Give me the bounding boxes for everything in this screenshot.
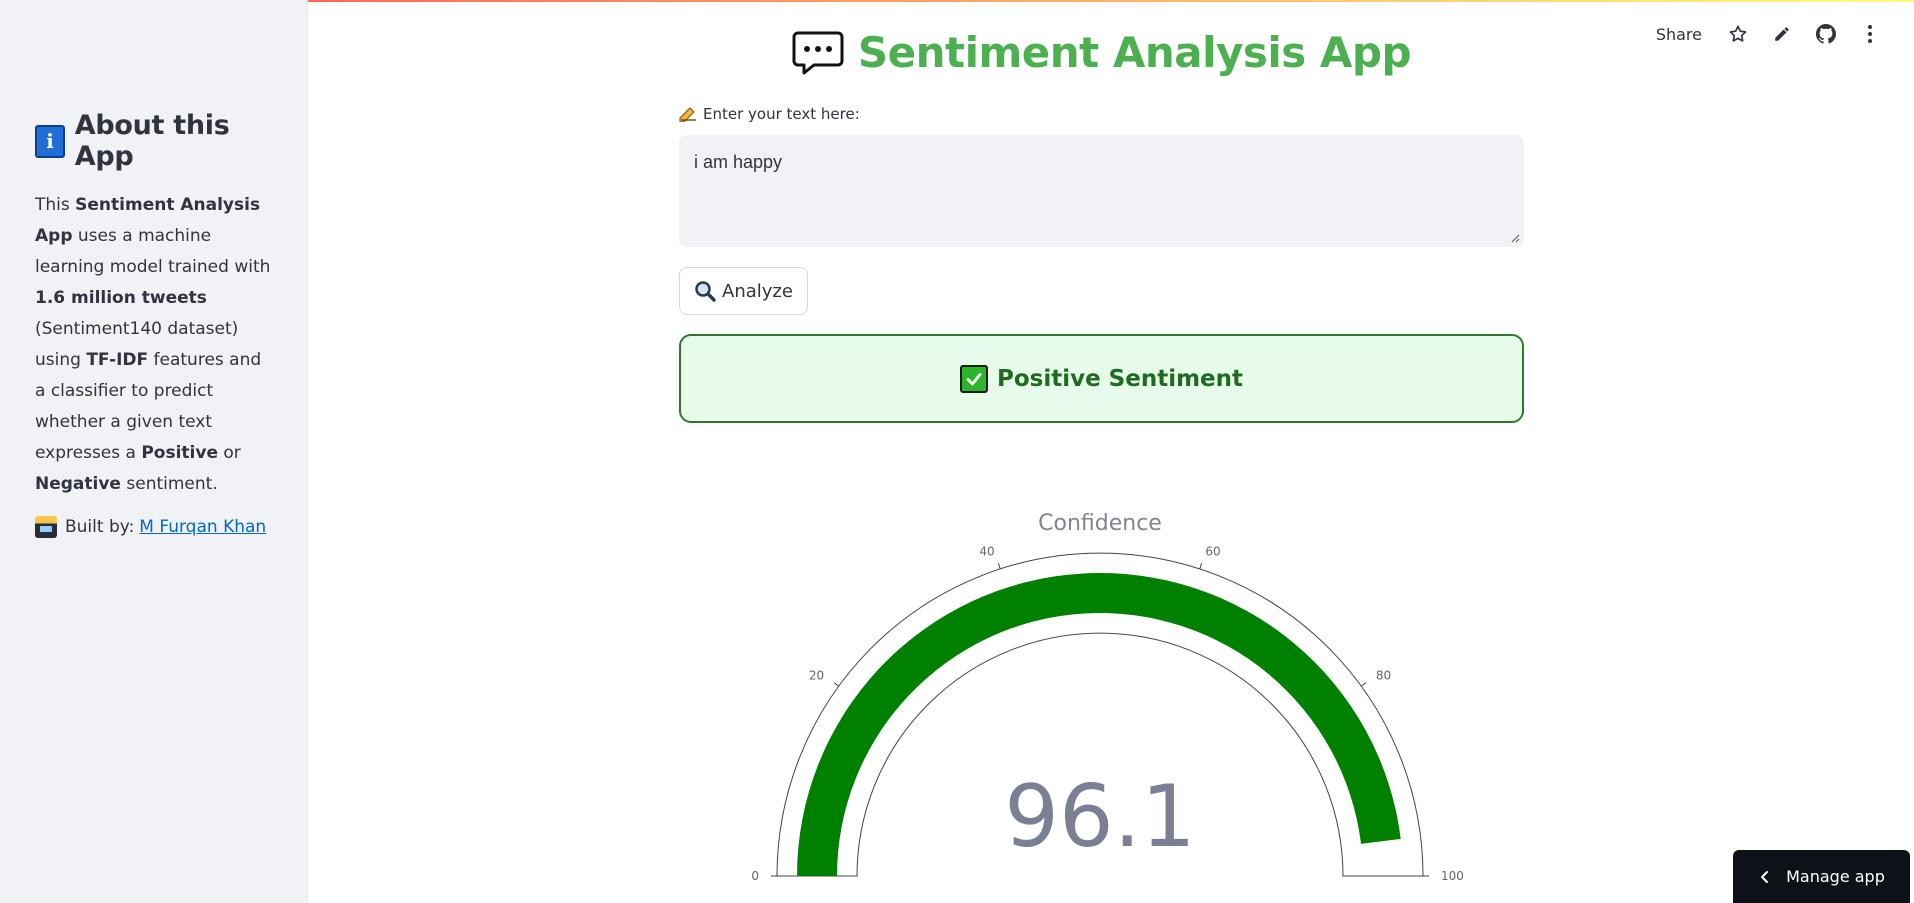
kebab-menu-icon[interactable] (1858, 22, 1882, 46)
pencil-icon[interactable] (1770, 22, 1794, 46)
speech-bubble-icon (792, 31, 844, 74)
gauge-value: 96.1 (1004, 767, 1195, 867)
desc-text: or (218, 443, 241, 463)
gauge-tick-label: 0 (751, 869, 759, 883)
analyze-button-label: Analyze (722, 280, 793, 302)
text-input-value: i am happy (694, 152, 783, 172)
result-banner: Positive Sentiment (679, 334, 1524, 423)
resize-handle-icon[interactable] (1510, 233, 1520, 243)
gauge-tick-mark (833, 682, 839, 687)
technologist-icon (35, 516, 57, 538)
gauge-tick-label: 40 (979, 545, 994, 559)
gauge-title: Confidence (1038, 511, 1162, 536)
confidence-gauge: Confidence 0 20 40 60 80 100 96.1 (751, 511, 1464, 883)
desc-bold: Positive (141, 443, 218, 463)
gauge-tick-label: 20 (809, 669, 824, 683)
desc-bold: 1.6 million tweets (35, 288, 207, 308)
desc-text: This (35, 195, 76, 215)
gauge-tick-mark (1361, 682, 1367, 687)
desc-text: sentiment. (120, 474, 218, 494)
desc-bold: TF-IDF (86, 350, 149, 370)
gauge-tick-label: 60 (1205, 545, 1220, 559)
gauge-tick-label: 80 (1376, 669, 1391, 683)
sidebar-title: i About this App (35, 110, 272, 172)
built-by: Built by: M Furqan Khan (35, 516, 272, 538)
built-by-label: Built by: (65, 517, 135, 537)
gauge-tick-label: 100 (1441, 869, 1464, 883)
result-text: Positive Sentiment (996, 365, 1244, 392)
desc-bold: Negative (35, 474, 121, 494)
writing-hand-icon (679, 107, 696, 122)
info-icon: i (35, 124, 65, 158)
text-input-label-text: Enter your text here: (703, 105, 860, 123)
sidebar: i About this App This Sentiment Analysis… (0, 0, 308, 903)
check-mark-icon (959, 364, 988, 393)
page-title: Sentiment Analysis App (679, 28, 1524, 77)
analyze-button[interactable]: Analyze (679, 267, 808, 315)
github-icon[interactable] (1814, 22, 1838, 46)
gauge-tick-mark (1199, 562, 1203, 569)
share-button[interactable]: Share (1656, 25, 1702, 44)
page-title-text: Sentiment Analysis App (857, 28, 1412, 77)
main-content: Sentiment Analysis App Enter your text h… (679, 0, 1524, 423)
magnifier-icon (695, 281, 716, 302)
manage-app-label: Manage app (1786, 867, 1885, 886)
sidebar-description: This Sentiment Analysis App uses a machi… (35, 190, 272, 500)
chevron-left-icon (1761, 870, 1769, 883)
author-link[interactable]: M Furqan Khan (139, 517, 266, 537)
gauge-tick-mark (997, 562, 1001, 569)
manage-app-button[interactable]: Manage app (1733, 850, 1910, 903)
text-input[interactable]: i am happy (679, 135, 1524, 247)
sidebar-title-text: About this App (74, 110, 230, 172)
star-icon[interactable] (1726, 22, 1750, 46)
top-toolbar: Share (1656, 22, 1882, 46)
text-input-label: Enter your text here: (679, 105, 1524, 123)
